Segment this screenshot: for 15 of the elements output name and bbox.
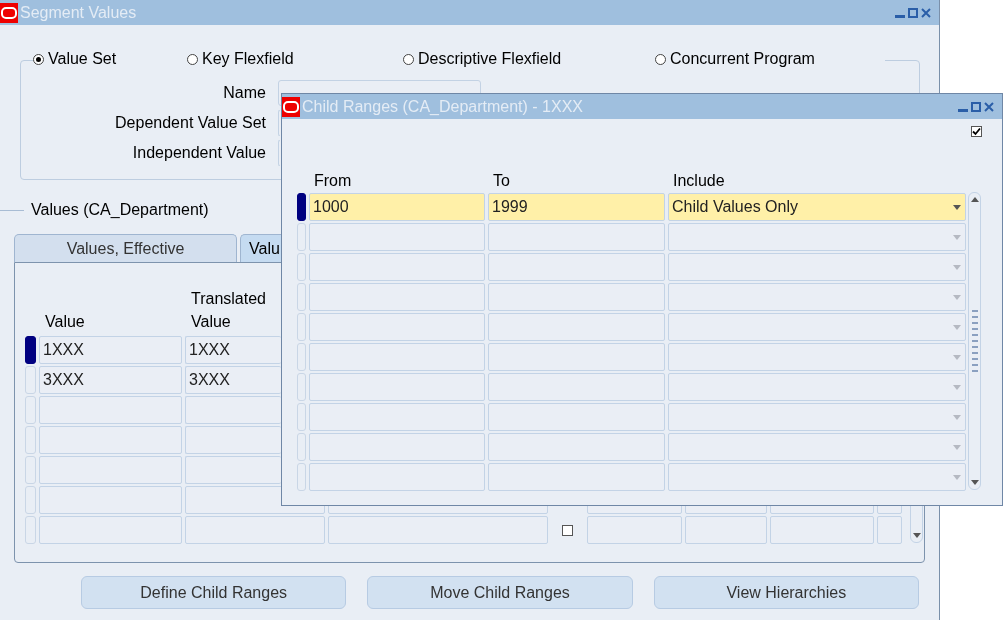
column-header: To [492,172,511,191]
radio-label: Value Set [48,50,117,68]
field-label: Independent Value [131,144,266,162]
window-title: Segment Values [20,3,138,22]
column-header: Include [672,172,726,191]
column-header: From [313,172,353,191]
window-title: Child Ranges (CA_Department) - 1XXX [302,97,584,116]
column-header: Value [45,312,85,332]
radio-label: Concurrent Program [670,50,815,68]
column-header: Translated Value [191,289,266,332]
field-label: Name [222,84,266,102]
radio-label: Descriptive Flexfield [418,50,562,68]
radio-label: Key Flexfield [202,50,294,68]
section-title: Values (CA_Department) [31,201,209,219]
field-label: Dependent Value Set [114,114,266,132]
